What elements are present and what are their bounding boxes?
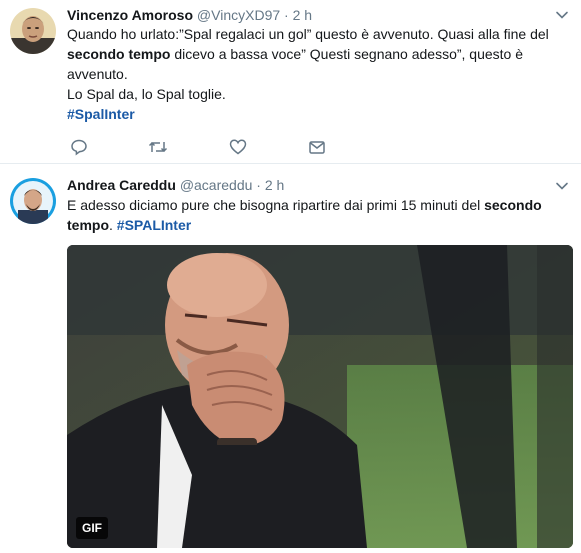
hashtag-link[interactable]: #SPALInter: [117, 217, 191, 233]
tweet-text-segment: .: [109, 217, 117, 233]
reply-icon[interactable]: [70, 138, 90, 158]
gif-frame: [67, 245, 573, 548]
direct-message-icon[interactable]: [308, 138, 328, 158]
timestamp[interactable]: 2 h: [293, 7, 312, 23]
avatar[interactable]: [10, 8, 56, 54]
avatar[interactable]: [10, 178, 56, 224]
display-name[interactable]: Vincenzo Amoroso: [67, 7, 193, 23]
tweet-text-line: Quando ho urlato:”Spal regalaci un gol” …: [67, 26, 549, 42]
tweet-header: Vincenzo Amoroso @VincyXD97 · 2 h: [67, 6, 312, 24]
tweet[interactable]: Vincenzo Amoroso @VincyXD97 · 2 h Quando…: [0, 0, 581, 164]
username[interactable]: @VincyXD97: [197, 7, 280, 23]
tweet-text: Quando ho urlato:”Spal regalaci un gol” …: [67, 24, 567, 124]
tweet-text-segment: dicevo a bassa voce” Questi segnano ades…: [170, 46, 524, 62]
bold-text: secondo: [484, 197, 542, 213]
username[interactable]: @acareddu: [180, 177, 253, 193]
gif-badge: GIF: [76, 517, 108, 539]
bold-text: tempo: [67, 217, 109, 233]
tweet-text-line: secondo tempo dicevo a bassa voce” Quest…: [67, 44, 567, 64]
timestamp[interactable]: 2 h: [265, 177, 284, 193]
display-name[interactable]: Andrea Careddu: [67, 177, 176, 193]
tweet-text: E adesso diciamo pure che bisogna ripart…: [67, 195, 567, 235]
hashtag-link[interactable]: #SpalInter: [67, 106, 135, 122]
tweet-text-line: Lo Spal da, lo Spal toglie.: [67, 86, 226, 102]
tweet-text-segment: E adesso diciamo pure che bisogna ripart…: [67, 197, 485, 213]
bold-text: secondo tempo: [67, 46, 171, 62]
separator: ·: [256, 177, 261, 193]
chevron-down-icon[interactable]: [555, 8, 569, 22]
tweet-text-line: avvenuto.: [67, 66, 128, 82]
chevron-down-icon[interactable]: [555, 179, 569, 193]
tweet-header: Andrea Careddu @acareddu · 2 h: [67, 176, 284, 194]
retweet-icon[interactable]: [148, 138, 168, 158]
gif-media[interactable]: GIF: [67, 245, 573, 548]
separator: ·: [284, 7, 289, 23]
like-icon[interactable]: [229, 138, 249, 158]
